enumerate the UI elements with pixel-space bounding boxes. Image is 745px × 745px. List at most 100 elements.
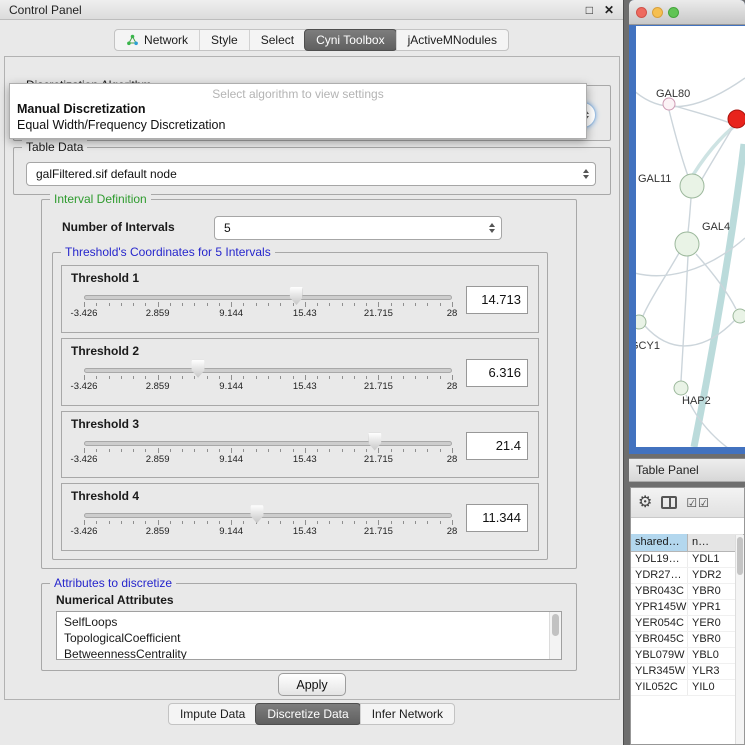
threshold-label: Threshold 4 [71,489,139,503]
zoom-traffic-light-icon[interactable] [668,7,679,18]
cell-shared-name: YPR145W [631,600,688,615]
tab-label: Impute Data [180,707,245,721]
threshold-value-field[interactable]: 6.316 [466,359,528,387]
table-row[interactable]: YIL052CYIL0 [631,680,744,696]
threshold-value-field[interactable]: 21.4 [466,432,528,460]
cyni-toolbox-panel: Discretization Algorithm Select algorith… [4,56,620,700]
control-panel: Control Panel □ ✕ Network Style Select Cyni… [0,0,624,745]
table-data-combobox[interactable]: galFiltered.sif default node [26,162,596,186]
threshold-label: Threshold 2 [71,344,139,358]
tab-label: Network [144,33,188,47]
network-node[interactable] [728,110,745,128]
column-header-1[interactable]: shared… [631,534,688,551]
scale-tick-label: 9.144 [219,454,243,465]
slider-track[interactable] [84,295,452,300]
scrollbar-thumb[interactable] [737,537,743,575]
tab-cyni-toolbox[interactable]: Cyni Toolbox [304,29,396,51]
apply-button[interactable]: Apply [278,673,346,696]
table-header-row: shared…n… [631,534,744,552]
table-row[interactable]: YPR145WYPR1 [631,600,744,616]
node-label-gcy1: GCY1 [636,340,660,352]
stepper-icon [583,169,589,179]
network-node-gcy1[interactable] [636,315,646,329]
scale-tick-label: 2.859 [146,308,170,319]
numerical-attributes-list[interactable]: SelfLoopsTopologicalCoefficientBetweenne… [56,611,562,660]
scale-tick-label: 21.715 [364,308,393,319]
scale-tick-label: 15.43 [293,381,317,392]
close-icon[interactable]: ✕ [604,3,614,17]
select-columns-icon[interactable]: ☑☑ [686,496,710,510]
bottom-tab-discretize-data[interactable]: Discretize Data [255,703,360,725]
threshold-panel-1: Threshold 1-3.4262.8599.14415.4321.71528… [61,265,539,333]
tab-label: Select [261,33,294,47]
cell-shared-name: YDL19… [631,552,688,567]
number-of-intervals-label: Number of Intervals [62,220,175,234]
network-node-gal4[interactable] [675,232,699,256]
tab-select[interactable]: Select [249,30,305,50]
column-browser-icon[interactable] [661,496,677,509]
scrollbar-thumb[interactable] [552,614,559,636]
threshold-slider [84,363,452,381]
table-data-group-title: Table Data [22,140,87,154]
network-view-window: GAL80GAL11GAL4GCY1HAP2 [629,0,745,454]
network-window-titlebar [629,0,745,25]
number-of-intervals-combobox[interactable]: 5 [214,216,502,240]
minimize-traffic-light-icon[interactable] [652,7,663,18]
table-row[interactable]: YBR045CYBR0 [631,632,744,648]
threshold-value-field[interactable]: 14.713 [466,286,528,314]
attribute-list-item[interactable]: BetweennessCentrality [57,646,561,660]
attribute-list-item[interactable]: SelfLoops [57,614,561,630]
slider-scale: -3.4262.8599.14415.4321.71528 [84,308,452,320]
table-row[interactable]: YBL079WYBL0 [631,648,744,664]
network-node[interactable] [733,309,745,323]
scale-tick-label: 15.43 [293,308,317,319]
dropdown-placeholder-option[interactable]: Select algorithm to view settings [10,84,586,101]
slider-track[interactable] [84,513,452,518]
node-label-gal4: GAL4 [702,221,730,233]
network-canvas[interactable]: GAL80GAL11GAL4GCY1HAP2 [636,26,745,447]
close-traffic-light-icon[interactable] [636,7,647,18]
table-row[interactable]: YER054CYER0 [631,616,744,632]
slider-track[interactable] [84,441,452,446]
cell-shared-name: YIL052C [631,680,688,695]
numerical-attributes-label: Numerical Attributes [56,593,174,607]
slider-scale: -3.4262.8599.14415.4321.71528 [84,381,452,393]
threshold-value-field[interactable]: 11.344 [466,504,528,532]
list-items: SelfLoopsTopologicalCoefficientBetweenne… [57,612,561,660]
thresholds-group: Threshold's Coordinates for 5 Intervals … [52,252,548,560]
cell-shared-name: YLR345W [631,664,688,679]
tab-jactivemnodules[interactable]: jActiveMNodules [396,30,508,50]
threshold-panel-2: Threshold 2 -3.4262.8599.14415.4321.71528… [61,338,539,406]
list-scrollbar[interactable] [549,612,561,659]
gear-icon[interactable]: ⚙ [638,495,652,511]
attribute-list-item[interactable]: TopologicalCoefficient [57,630,561,646]
tab-label: Infer Network [372,707,443,721]
slider-track[interactable] [84,368,452,373]
cell-shared-name: YBL079W [631,648,688,663]
cell-shared-name: YDR27… [631,568,688,583]
tab-style[interactable]: Style [199,30,249,50]
network-node-gal11[interactable] [680,174,704,198]
threshold-panel-3: Threshold 3-3.4262.8599.14415.4321.71528… [61,411,539,479]
tab-label: jActiveMNodules [408,33,497,47]
node-label-gal11: GAL11 [638,173,671,185]
table-row[interactable]: YLR345WYLR3 [631,664,744,680]
bottom-tab-infer-network[interactable]: Infer Network [360,704,454,724]
scale-tick-label: 28 [447,526,458,537]
control-panel-titlebar: Control Panel □ ✕ [0,0,623,20]
scale-tick-label: 21.715 [364,454,393,465]
table-row[interactable]: YDL19…YDL1 [631,552,744,568]
table-scrollbar[interactable] [735,535,744,744]
bottom-tab-impute-data[interactable]: Impute Data [169,704,256,724]
network-node-hap2[interactable] [674,381,688,395]
dropdown-option-manual-discretization[interactable]: Manual Discretization [10,101,586,117]
table-row[interactable]: YBR043CYBR0 [631,584,744,600]
table-row[interactable]: YDR27…YDR2 [631,568,744,584]
dropdown-option-equal-width-frequency[interactable]: Equal Width/Frequency Discretization [10,117,586,133]
scale-tick-label: 9.144 [219,526,243,537]
scale-tick-label: 21.715 [364,526,393,537]
scale-tick-label: 9.144 [219,308,243,319]
bottom-tabs: Impute Data Discretize Data Infer Network [168,703,455,725]
float-window-icon[interactable]: □ [586,3,593,17]
tab-network[interactable]: Network [115,30,199,50]
